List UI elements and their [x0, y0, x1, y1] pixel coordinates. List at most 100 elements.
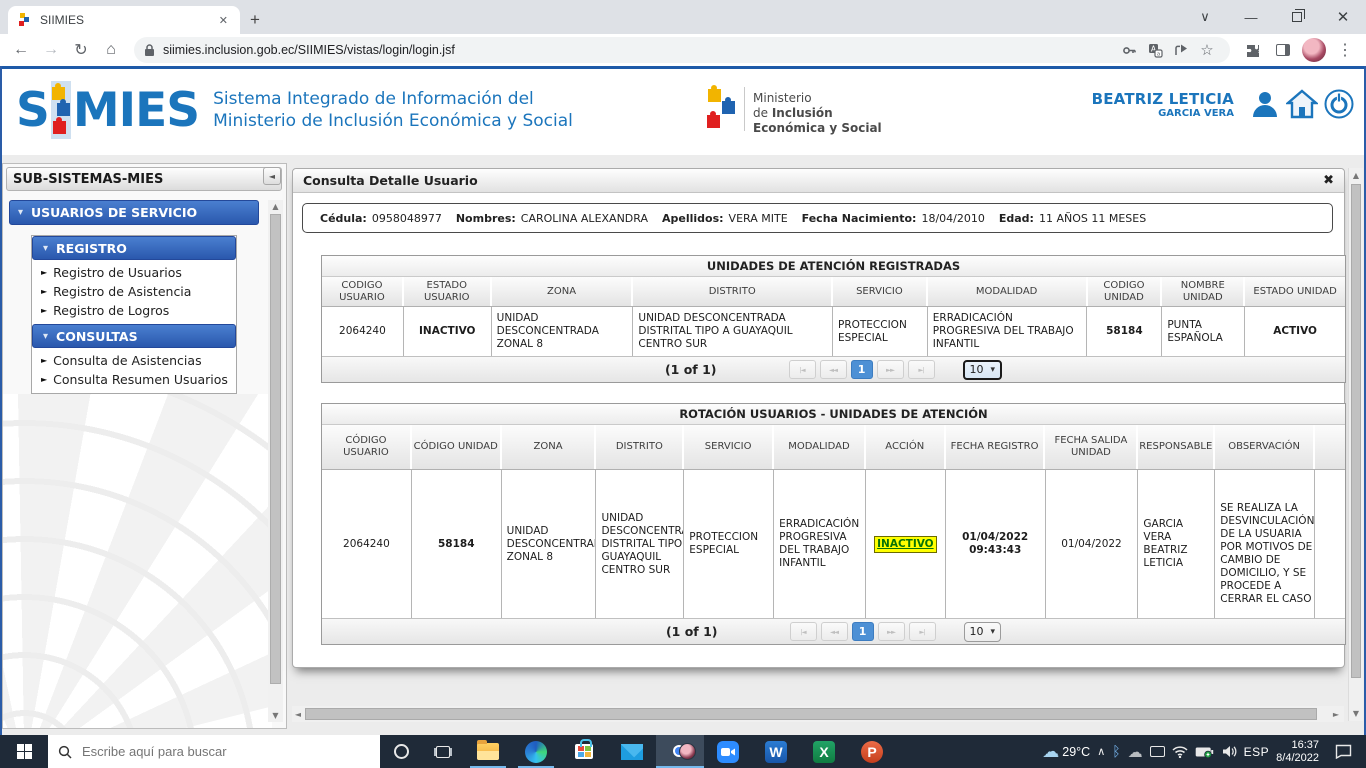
search-input[interactable] — [82, 744, 332, 759]
scroll-up-icon[interactable]: ▲ — [1349, 171, 1363, 180]
clock[interactable]: 16:378/4/2022 — [1276, 739, 1319, 765]
tab-close-icon[interactable]: ✕ — [215, 12, 232, 29]
col-header: SERVICIO — [833, 277, 928, 306]
prev-page-button[interactable]: ◄◄ — [820, 360, 847, 379]
panel-close-icon[interactable]: ✖ — [1323, 173, 1334, 188]
scroll-up-icon[interactable]: ▲ — [268, 202, 283, 211]
onedrive-icon[interactable]: ☁ — [1128, 743, 1143, 761]
file-explorer-icon — [477, 743, 499, 760]
horizontal-scroll-thumb[interactable] — [305, 708, 1317, 720]
cortana-button[interactable] — [380, 735, 422, 768]
reload-button[interactable]: ↻ — [66, 36, 96, 64]
home-icon[interactable] — [1286, 89, 1318, 119]
menu-kebab-icon[interactable]: ⋮ — [1330, 36, 1360, 64]
taskbar-chrome[interactable] — [656, 735, 704, 768]
main-horizontal-scrollbar[interactable]: ◄ ► — [292, 706, 1344, 722]
taskbar-powerpoint[interactable]: P — [848, 735, 896, 768]
logout-power-icon[interactable] — [1324, 89, 1354, 119]
sidebar-item-registro-logros[interactable]: ►Registro de Logros — [32, 301, 236, 320]
next-page-button[interactable]: ►► — [878, 622, 905, 641]
sidebar-item-usuarios-de-servicio[interactable]: ▾ USUARIOS DE SERVICIO — [9, 200, 259, 225]
task-view-button[interactable] — [422, 735, 464, 768]
sidebar-scroll-thumb[interactable] — [270, 214, 281, 684]
app-title-line1: Sistema Integrado de Información del — [213, 89, 534, 109]
home-button[interactable]: ⌂ — [96, 36, 126, 64]
cast-display-icon[interactable] — [1150, 746, 1165, 757]
scroll-down-icon[interactable]: ▼ — [268, 711, 283, 720]
taskbar-search[interactable] — [48, 735, 380, 768]
start-button[interactable] — [0, 735, 48, 768]
sidebar-group-registro[interactable]: ▾ REGISTRO — [32, 236, 236, 260]
microsoft-store-icon — [575, 744, 593, 759]
sidebar-scrollbar[interactable]: ▲ ▼ — [268, 200, 283, 722]
last-page-button[interactable]: ►| — [909, 622, 936, 641]
forward-button[interactable]: → — [36, 36, 66, 64]
taskbar-store[interactable] — [560, 735, 608, 768]
main-vertical-scrollbar[interactable]: ▲ ▼ — [1348, 168, 1363, 721]
extensions-puzzle-icon[interactable] — [1238, 36, 1268, 64]
taskbar-excel[interactable]: X — [800, 735, 848, 768]
user-last-name: GARCIA VERA — [1092, 108, 1234, 119]
sidebar-group-consultas[interactable]: ▾ CONSULTAS — [32, 324, 236, 348]
taskbar-file-explorer[interactable] — [464, 735, 512, 768]
language-indicator[interactable]: ESP — [1244, 745, 1270, 759]
minimize-button[interactable]: — — [1228, 0, 1274, 34]
taskbar-mail[interactable] — [608, 735, 656, 768]
taskbar-word[interactable]: W — [752, 735, 800, 768]
user-profile-icon[interactable] — [1250, 89, 1280, 119]
prev-page-button[interactable]: ◄◄ — [821, 622, 848, 641]
scroll-down-icon[interactable]: ▼ — [1349, 709, 1363, 718]
taskbar-edge[interactable] — [512, 735, 560, 768]
sidebar-item-registro-usuarios[interactable]: ►Registro de Usuarios — [32, 263, 236, 282]
address-bar[interactable]: siimies.inclusion.gob.ec/SIIMIES/vistas/… — [134, 37, 1230, 63]
scroll-right-icon[interactable]: ► — [1330, 710, 1342, 719]
back-button[interactable]: ← — [6, 36, 36, 64]
page-size-select[interactable]: 10▾ — [964, 622, 1002, 642]
hidden-icons-chevron[interactable]: ∧ — [1097, 745, 1105, 758]
vertical-scroll-thumb[interactable] — [1351, 184, 1361, 678]
close-window-button[interactable]: ✕ — [1320, 0, 1366, 34]
col-header: FECHA REGISTRO — [946, 425, 1046, 469]
share-icon[interactable] — [1168, 39, 1194, 61]
tab-search-icon[interactable]: ∨ — [1182, 0, 1228, 34]
col-header: CODIGO UNIDAD — [1088, 277, 1163, 306]
chevron-down-icon: ▾ — [43, 243, 48, 254]
zoom-icon — [717, 741, 739, 763]
side-panel-icon[interactable] — [1268, 36, 1298, 64]
action-center-button[interactable] — [1326, 744, 1360, 759]
first-page-button[interactable]: |◄ — [790, 622, 817, 641]
volume-icon[interactable] — [1222, 745, 1237, 758]
arrow-right-icon: ► — [41, 268, 47, 277]
translate-icon[interactable]: Aa — [1142, 39, 1168, 61]
inactivo-action-link[interactable]: INACTIVO — [874, 536, 936, 553]
sidebar-title: SUB-SISTEMAS-MIES — [6, 167, 282, 191]
svg-text:a: a — [1156, 51, 1159, 57]
col-header: DISTRITO — [596, 425, 684, 469]
sidebar-collapse-button[interactable]: ◄ — [263, 167, 281, 185]
scroll-left-icon[interactable]: ◄ — [292, 710, 304, 719]
sidebar-item-consulta-resumen[interactable]: ►Consulta Resumen Usuarios — [32, 370, 236, 389]
sidebar-item-registro-asistencia[interactable]: ►Registro de Asistencia — [32, 282, 236, 301]
bookmark-star-icon[interactable]: ☆ — [1194, 39, 1220, 61]
current-page-button[interactable]: 1 — [852, 622, 874, 641]
col-header: CÓDIGO UNIDAD — [412, 425, 502, 469]
restore-button[interactable] — [1274, 0, 1320, 34]
browser-tab[interactable]: SIIMIES ✕ — [8, 6, 240, 34]
edad-value: 11 AÑOS 11 MESES — [1039, 212, 1146, 225]
page-size-select[interactable]: 10▾ — [963, 360, 1003, 380]
profile-avatar[interactable] — [1302, 38, 1326, 62]
current-page-button[interactable]: 1 — [851, 360, 873, 379]
bluetooth-icon[interactable]: ᛒ — [1112, 744, 1120, 760]
sidebar-item-consulta-asistencias[interactable]: ►Consulta de Asistencias — [32, 351, 236, 370]
password-key-icon[interactable] — [1116, 39, 1142, 61]
last-page-button[interactable]: ►| — [908, 360, 935, 379]
weather-widget[interactable]: ☁29°C — [1042, 742, 1090, 762]
battery-icon[interactable] — [1195, 746, 1215, 758]
screen: SIIMIES ✕ + ∨ — ✕ ← → ↻ ⌂ siimies.inclus… — [0, 0, 1366, 768]
col-header: CODIGO USUARIO — [322, 277, 404, 306]
new-tab-button[interactable]: + — [240, 6, 270, 34]
next-page-button[interactable]: ►► — [877, 360, 904, 379]
taskbar-zoom[interactable] — [704, 735, 752, 768]
wifi-icon[interactable] — [1172, 746, 1188, 758]
first-page-button[interactable]: |◄ — [789, 360, 816, 379]
